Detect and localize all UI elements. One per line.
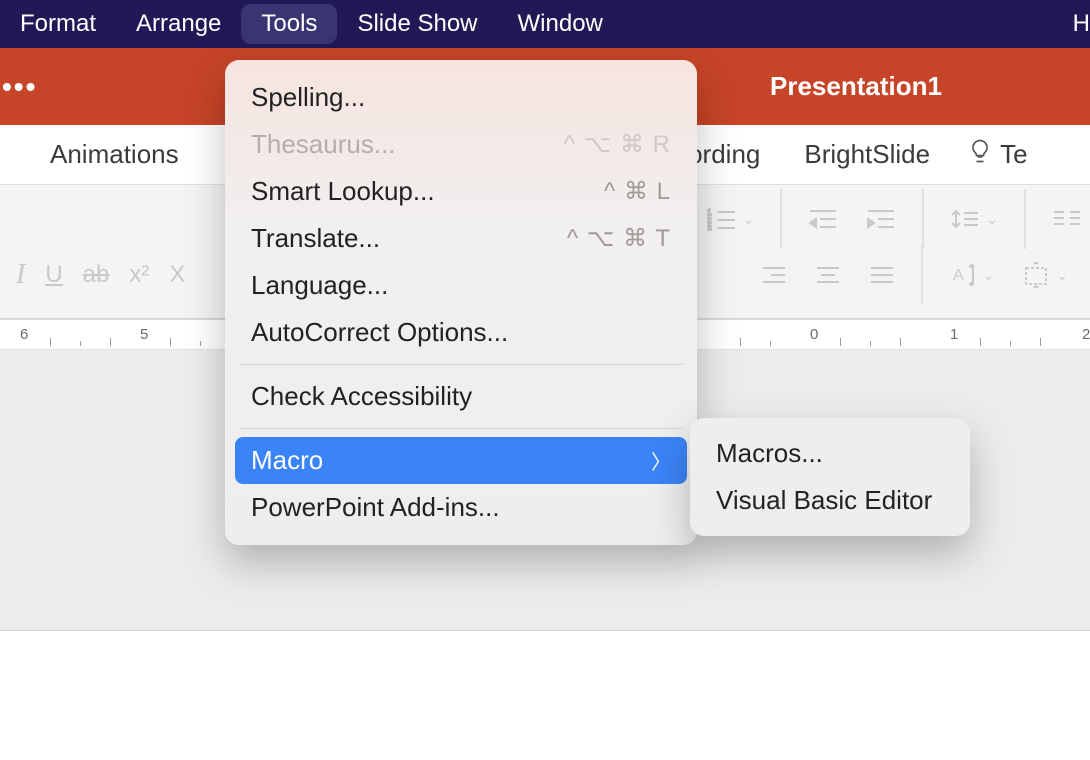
ruler-number: 5 bbox=[140, 326, 148, 343]
menu-item-label: Language... bbox=[251, 270, 388, 301]
numbered-list-button[interactable]: 123 ⌄ bbox=[693, 207, 769, 231]
menu-item-spelling[interactable]: Spelling... bbox=[225, 74, 697, 121]
autofit-button[interactable]: ⌄ bbox=[1008, 262, 1082, 288]
menu-format[interactable]: Format bbox=[0, 4, 116, 44]
menu-item-label: AutoCorrect Options... bbox=[251, 317, 508, 348]
submenu-item-macros[interactable]: Macros... bbox=[690, 430, 970, 477]
menu-item-label: Check Accessibility bbox=[251, 381, 472, 412]
menu-item-label: Visual Basic Editor bbox=[716, 485, 932, 515]
menu-item-shortcut: ^ ⌥ ⌘ R bbox=[564, 130, 671, 159]
chevron-right-icon: 〉 bbox=[651, 446, 671, 475]
menu-arrange[interactable]: Arrange bbox=[116, 4, 241, 44]
menu-item-autocorrect[interactable]: AutoCorrect Options... bbox=[225, 309, 697, 356]
ruler-number: 6 bbox=[20, 326, 28, 343]
chevron-down-icon: ⌄ bbox=[1056, 267, 1068, 284]
slide-canvas[interactable] bbox=[0, 630, 1090, 760]
menu-window[interactable]: Window bbox=[498, 4, 623, 44]
text-direction-button[interactable]: A ⌄ bbox=[935, 262, 1009, 288]
overflow-dots-icon[interactable]: ••• bbox=[0, 71, 37, 103]
align-right-button[interactable] bbox=[747, 264, 801, 286]
menu-item-label: Translate... bbox=[251, 223, 380, 254]
menu-item-label: Spelling... bbox=[251, 82, 365, 113]
menu-help-partial[interactable]: H bbox=[1053, 4, 1090, 44]
menu-item-label: Smart Lookup... bbox=[251, 176, 435, 207]
align-center-button[interactable] bbox=[801, 264, 855, 286]
menu-divider bbox=[239, 364, 683, 365]
macro-submenu: Macros... Visual Basic Editor bbox=[690, 418, 970, 536]
document-title: Presentation1 bbox=[770, 71, 942, 102]
ruler-number: 1 bbox=[950, 326, 958, 343]
menu-item-translate[interactable]: Translate... ^ ⌥ ⌘ T bbox=[225, 215, 697, 262]
clear-format-button[interactable]: X bbox=[159, 261, 195, 289]
chevron-down-icon: ⌄ bbox=[986, 211, 998, 228]
menu-slideshow[interactable]: Slide Show bbox=[337, 4, 497, 44]
svg-text:A: A bbox=[953, 267, 964, 284]
menu-item-macro[interactable]: Macro 〉 bbox=[235, 437, 687, 484]
system-menubar: Format Arrange Tools Slide Show Window H bbox=[0, 0, 1090, 48]
menu-item-label: Macro bbox=[251, 445, 323, 476]
columns-button[interactable] bbox=[1038, 207, 1082, 231]
tab-brightslide[interactable]: BrightSlide bbox=[782, 139, 952, 170]
menu-item-shortcut: ^ ⌥ ⌘ T bbox=[567, 224, 671, 253]
menu-item-label: PowerPoint Add-ins... bbox=[251, 492, 500, 523]
italic-button[interactable]: I bbox=[6, 259, 35, 291]
tools-menu-dropdown: Spelling... Thesaurus... ^ ⌥ ⌘ R Smart L… bbox=[225, 60, 697, 545]
chevron-down-icon: ⌄ bbox=[743, 211, 755, 228]
menu-item-smart-lookup[interactable]: Smart Lookup... ^ ⌘ L bbox=[225, 168, 697, 215]
increase-indent-button[interactable] bbox=[852, 207, 910, 231]
chevron-down-icon: ⌄ bbox=[983, 267, 995, 284]
tab-animations[interactable]: Animations bbox=[0, 139, 201, 170]
menu-divider bbox=[239, 428, 683, 429]
lightbulb-icon[interactable] bbox=[966, 137, 994, 172]
superscript-button[interactable]: x² bbox=[119, 261, 159, 289]
line-spacing-button[interactable]: ⌄ bbox=[936, 207, 1012, 231]
menu-item-addins[interactable]: PowerPoint Add-ins... bbox=[225, 484, 697, 531]
menu-item-language[interactable]: Language... bbox=[225, 262, 697, 309]
ruler-number: 0 bbox=[810, 326, 818, 343]
tab-tell-me-partial[interactable]: Te bbox=[994, 139, 1027, 170]
submenu-item-vbe[interactable]: Visual Basic Editor bbox=[690, 477, 970, 524]
ruler-number: 2 bbox=[1082, 326, 1090, 343]
svg-text:3: 3 bbox=[707, 224, 712, 231]
menu-item-thesaurus: Thesaurus... ^ ⌥ ⌘ R bbox=[225, 121, 697, 168]
underline-button[interactable]: U bbox=[35, 261, 72, 289]
menu-item-label: Thesaurus... bbox=[251, 129, 396, 160]
menu-item-check-accessibility[interactable]: Check Accessibility bbox=[225, 373, 697, 420]
decrease-indent-button[interactable] bbox=[794, 207, 852, 231]
menu-item-label: Macros... bbox=[716, 438, 823, 468]
menu-tools[interactable]: Tools bbox=[241, 4, 337, 44]
align-justify-button[interactable] bbox=[855, 264, 909, 286]
menu-item-shortcut: ^ ⌘ L bbox=[604, 177, 671, 206]
strikethrough-button[interactable]: ab bbox=[73, 261, 120, 289]
